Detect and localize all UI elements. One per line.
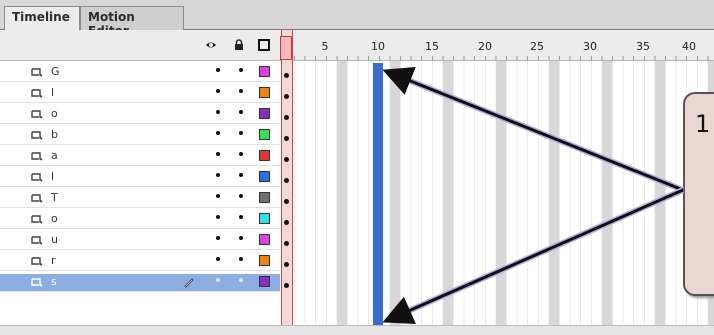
- lock-dot[interactable]: [239, 194, 243, 198]
- visibility-dot[interactable]: [216, 278, 220, 282]
- keyframe-dot[interactable]: [284, 178, 289, 183]
- callout-text: 1: [695, 110, 711, 138]
- ruler-number: 20: [478, 40, 492, 53]
- layer-color-swatch[interactable]: [259, 171, 270, 182]
- layer-icon: [31, 173, 43, 182]
- visibility-dot[interactable]: [216, 131, 220, 135]
- visibility-dot[interactable]: [216, 68, 220, 72]
- layer-color-swatch[interactable]: [259, 234, 270, 245]
- status-bar: [0, 325, 714, 335]
- layer-row[interactable]: r: [0, 253, 280, 271]
- lock-dot[interactable]: [239, 257, 243, 261]
- keyframe-dot[interactable]: [284, 115, 289, 120]
- selected-frame-10[interactable]: [373, 63, 383, 325]
- layer-color-swatch[interactable]: [259, 66, 270, 77]
- lock-dot[interactable]: [239, 236, 243, 240]
- pencil-icon: [184, 278, 194, 288]
- layer-icon: [31, 68, 43, 77]
- keyframe-dot[interactable]: [284, 283, 289, 288]
- lock-icon[interactable]: [233, 39, 245, 51]
- layer-color-swatch[interactable]: [259, 150, 270, 161]
- layer-name[interactable]: a: [51, 149, 58, 162]
- layer-color-swatch[interactable]: [259, 129, 270, 140]
- layer-icon: [31, 257, 43, 266]
- lock-dot[interactable]: [239, 215, 243, 219]
- layer-color-swatch[interactable]: [259, 213, 270, 224]
- layer-row[interactable]: a: [0, 148, 280, 166]
- keyframe-dot[interactable]: [284, 199, 289, 204]
- timeline-header: 5 10 15 20 25 30 35 40: [0, 30, 714, 61]
- layer-row[interactable]: l: [0, 169, 280, 187]
- ruler-number: 30: [583, 40, 597, 53]
- ruler-number: 40: [682, 40, 696, 53]
- layer-color-swatch[interactable]: [259, 255, 270, 266]
- visibility-dot[interactable]: [216, 152, 220, 156]
- layer-icon: [31, 215, 43, 224]
- layer-row[interactable]: u: [0, 232, 280, 250]
- lock-dot[interactable]: [239, 131, 243, 135]
- layer-name[interactable]: T: [51, 191, 58, 204]
- lock-dot[interactable]: [239, 278, 243, 282]
- lock-dot[interactable]: [239, 173, 243, 177]
- layer-row[interactable]: T: [0, 190, 280, 208]
- ruler-number: 5: [321, 40, 329, 53]
- visibility-dot[interactable]: [216, 257, 220, 261]
- lock-dot[interactable]: [239, 89, 243, 93]
- layer-name[interactable]: b: [51, 128, 58, 141]
- lock-dot[interactable]: [239, 68, 243, 72]
- visibility-dot[interactable]: [216, 215, 220, 219]
- layer-name[interactable]: l: [51, 86, 54, 99]
- visibility-dot[interactable]: [216, 110, 220, 114]
- layer-icon: [31, 89, 43, 98]
- tab-timeline[interactable]: Timeline: [4, 6, 80, 30]
- layer-row[interactable]: o: [0, 211, 280, 229]
- playhead-handle[interactable]: [280, 36, 292, 60]
- layer-color-swatch[interactable]: [259, 108, 270, 119]
- layer-icon: [31, 110, 43, 119]
- ruler-ticks: [294, 56, 714, 60]
- layer-icon: [31, 236, 43, 245]
- visibility-dot[interactable]: [216, 236, 220, 240]
- outline-square-icon[interactable]: [258, 39, 270, 51]
- layer-name[interactable]: s: [51, 275, 57, 288]
- lock-dot[interactable]: [239, 152, 243, 156]
- ruler-number: 25: [530, 40, 544, 53]
- keyframe-dot[interactable]: [284, 157, 289, 162]
- layer-name[interactable]: l: [51, 170, 54, 183]
- keyframe-dot[interactable]: [284, 136, 289, 141]
- layer-row[interactable]: b: [0, 127, 280, 145]
- visibility-dot[interactable]: [216, 194, 220, 198]
- layer-color-swatch[interactable]: [259, 192, 270, 203]
- layer-icon: [31, 194, 43, 203]
- layer-name[interactable]: o: [51, 107, 58, 120]
- layer-row[interactable]: s: [0, 274, 280, 292]
- layer-icon: [31, 131, 43, 140]
- layer-icon: [31, 278, 43, 287]
- keyframe-dot[interactable]: [284, 241, 289, 246]
- layer-row[interactable]: l: [0, 85, 280, 103]
- panel-tabs: Timeline Motion Editor: [0, 0, 714, 38]
- layer-row[interactable]: G: [0, 64, 280, 82]
- visibility-dot[interactable]: [216, 173, 220, 177]
- layer-name[interactable]: o: [51, 212, 58, 225]
- tab-motion-editor[interactable]: Motion Editor: [80, 6, 184, 38]
- lock-dot[interactable]: [239, 110, 243, 114]
- eye-icon[interactable]: [205, 39, 217, 51]
- ruler-number: 10: [371, 40, 385, 53]
- keyframe-dot[interactable]: [284, 94, 289, 99]
- ruler-number: 35: [636, 40, 650, 53]
- layer-row[interactable]: o: [0, 106, 280, 124]
- layer-color-swatch[interactable]: [259, 276, 270, 287]
- layer-color-swatch[interactable]: [259, 87, 270, 98]
- ruler-number: 15: [425, 40, 439, 53]
- layer-name[interactable]: u: [51, 233, 58, 246]
- keyframe-dot[interactable]: [284, 73, 289, 78]
- frame-grid[interactable]: [294, 61, 714, 325]
- keyframe-dot[interactable]: [284, 262, 289, 267]
- visibility-dot[interactable]: [216, 89, 220, 93]
- keyframe-dot[interactable]: [284, 220, 289, 225]
- layer-name[interactable]: G: [51, 65, 60, 78]
- layer-icon: [31, 152, 43, 161]
- layer-name[interactable]: r: [51, 254, 56, 267]
